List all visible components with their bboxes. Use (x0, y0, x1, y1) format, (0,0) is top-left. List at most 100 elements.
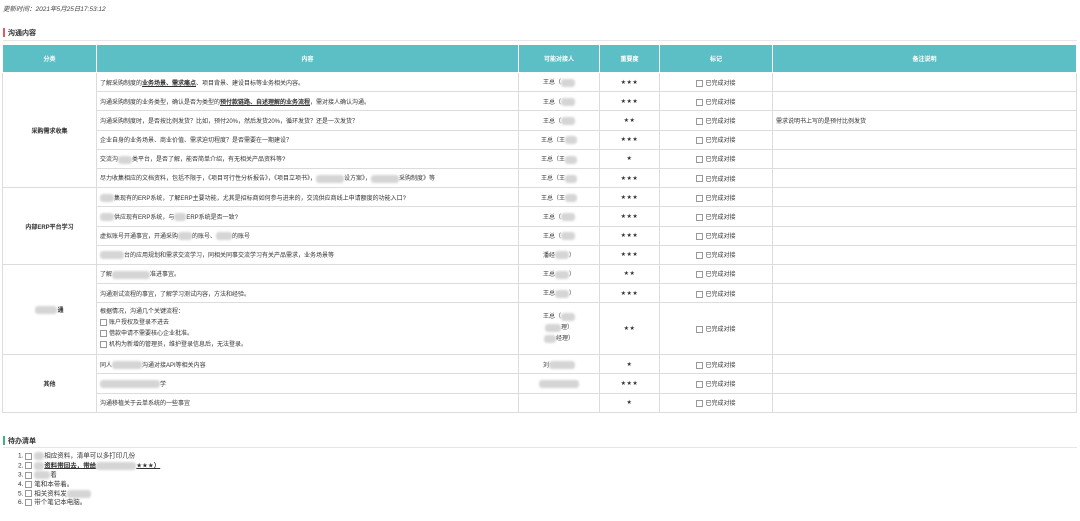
flow-checkbox[interactable] (100, 340, 107, 348)
done-checkbox[interactable] (696, 252, 704, 260)
mark-cell[interactable]: 已完成对接 (659, 302, 773, 356)
mark-cell[interactable]: 已完成对接 (659, 244, 773, 265)
todo-checkbox[interactable] (25, 462, 33, 470)
mark-cell[interactable]: 已完成对接 (659, 373, 773, 394)
mark-cell[interactable]: 已完成对接 (659, 129, 773, 150)
remark-cell (772, 354, 1077, 375)
contact-cell: 王总（ (518, 110, 600, 131)
redacted-blur (216, 232, 233, 241)
redacted-blur (539, 379, 579, 388)
redacted-blur (561, 213, 575, 222)
done-checkbox[interactable] (696, 79, 704, 87)
content-cell: 了解 准进事宜。 (96, 263, 519, 285)
done-checkbox[interactable] (696, 326, 704, 334)
category-cell: 通 (2, 263, 97, 356)
contact-cell: 王总） (518, 283, 600, 304)
redacted-blur (100, 213, 114, 222)
redacted-blur (118, 155, 133, 164)
contact-cell: 王总（王 (518, 187, 600, 208)
table-row: 供应现有ERP系统，与 ERP系统是否一致? 王总（ ★★★ 已完成对接 (3, 206, 1077, 227)
mark-cell[interactable]: 已完成对接 (659, 148, 773, 169)
done-checkbox[interactable] (696, 156, 704, 164)
remark-cell (772, 148, 1077, 169)
remark-cell (772, 71, 1077, 93)
mark-cell[interactable]: 已完成对接 (659, 206, 773, 227)
importance-stars: ★★ (599, 302, 660, 356)
done-checkbox[interactable] (696, 380, 704, 388)
done-checkbox[interactable] (696, 194, 704, 202)
redacted-blur (34, 461, 45, 470)
content-cell: 沟通移植关于云单系统的一些事宜 (96, 392, 519, 413)
contact-cell: 王总（ (518, 91, 600, 112)
done-checkbox[interactable] (696, 290, 704, 298)
todo-checkbox[interactable] (25, 490, 33, 498)
redacted-blur (100, 380, 160, 389)
done-checkbox[interactable] (696, 98, 704, 106)
mark-cell[interactable]: 已完成对接 (659, 354, 773, 375)
done-checkbox[interactable] (696, 117, 704, 125)
mark-cell[interactable]: 已完成对接 (659, 110, 773, 131)
table-row: 通 了解 准进事宜。 王总） ★★ 已完成对接 (2, 263, 1077, 356)
todo-checkbox[interactable] (25, 480, 33, 488)
flow-checkbox[interactable] (100, 329, 107, 337)
redacted-blur (371, 174, 400, 183)
redacted-blur (549, 361, 575, 370)
remark-cell (772, 91, 1077, 112)
mark-cell[interactable]: 已完成对接 (659, 225, 773, 246)
importance-stars: ★★★ (599, 206, 660, 227)
remark-cell (772, 373, 1077, 394)
todo-checkbox[interactable] (25, 471, 33, 479)
table-row: 虚拟账号开通事宜，开通采购 的账号、 的账号 王总（ ★★★ 已完成对接 (3, 225, 1077, 246)
flow-checkbox[interactable] (100, 318, 107, 326)
done-checkbox[interactable] (696, 361, 704, 369)
content-cell: 供应现有ERP系统，与 ERP系统是否一致? (96, 206, 519, 227)
todo-checkbox[interactable] (25, 499, 33, 507)
header-importance: 重要度 (599, 44, 660, 73)
redacted-blur (555, 289, 569, 298)
header-mark: 标记 (659, 44, 773, 73)
content-cell: 虚拟账号开通事宜，开通采购 的账号、 的账号 (96, 225, 519, 246)
redacted-blur (565, 193, 577, 202)
mark-cell[interactable]: 已完成对接 (659, 167, 773, 189)
redacted-blur (561, 117, 575, 126)
done-checkbox[interactable] (696, 137, 704, 145)
importance-stars: ★★★ (599, 187, 660, 208)
importance-stars: ★ (599, 148, 660, 169)
importance-stars: ★★★ (599, 225, 660, 246)
todo-list: 1. 相应资料，清单可以多打印几份 2. 资料带回去，带给 ★★★） 3. 着 4… (18, 452, 160, 508)
remark-cell (772, 129, 1077, 150)
table-row: 根据情况，沟通几个关键流程： 账户授权及登录不进去 借款申请不需要核心企业批准。… (3, 302, 1077, 356)
done-checkbox[interactable] (696, 213, 704, 221)
importance-stars: ★ (599, 354, 660, 375)
remark-cell (772, 392, 1077, 413)
section-title-todo: 待办清单 (3, 436, 36, 446)
table-row: 采购需求收集 了解采购制度的业务场景、需求痛点、项目背景、建设目标等业务相关内容… (2, 71, 1077, 189)
remark-cell (772, 167, 1077, 189)
done-checkbox[interactable] (696, 400, 704, 408)
done-checkbox[interactable] (696, 233, 704, 241)
redacted-blur (555, 270, 569, 279)
remark-cell: 需求说明书上写的是预付比例发货 (772, 110, 1077, 131)
section-title-communication: 沟通内容 (3, 28, 36, 38)
done-checkbox[interactable] (696, 271, 704, 279)
done-checkbox[interactable] (696, 175, 704, 183)
category-cell: 内部ERP平台学习 (2, 187, 97, 265)
mark-cell[interactable]: 已完成对接 (659, 91, 773, 112)
mark-cell[interactable]: 已完成对接 (659, 187, 773, 208)
mark-cell[interactable]: 已完成对接 (659, 392, 773, 413)
redacted-blur (565, 136, 577, 145)
importance-stars: ★★★ (599, 91, 660, 112)
table-row: 台的应用规划和需求交流学习，同相关同事交流学习有关产品需求，业务场景等 潘经） … (3, 244, 1077, 265)
header-remark: 备注说明 (772, 44, 1077, 73)
importance-stars: ★★★ (599, 244, 660, 265)
importance-stars: ★★★ (599, 129, 660, 150)
redacted-blur (96, 461, 137, 470)
todo-checkbox[interactable] (25, 452, 33, 460)
contact-cell: 刘 (518, 354, 600, 375)
mark-cell[interactable]: 已完成对接 (659, 263, 773, 285)
redacted-blur (565, 155, 577, 164)
mark-cell[interactable]: 已完成对接 (659, 283, 773, 304)
redacted-blur (544, 323, 561, 332)
table-row: 学 ★★★ 已完成对接 (3, 373, 1077, 394)
mark-cell[interactable]: 已完成对接 (659, 71, 773, 93)
